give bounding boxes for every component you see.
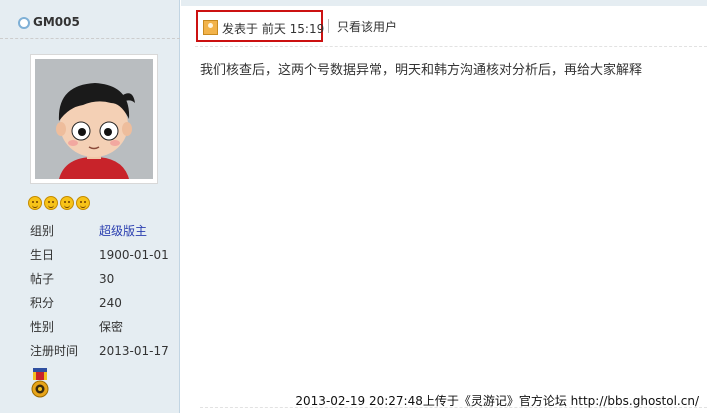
info-row-posts: 帖子 30 (30, 267, 180, 291)
username-link[interactable]: GM005 (33, 15, 80, 29)
username-row: GM005 (0, 8, 180, 39)
info-label: 积分 (30, 296, 55, 310)
user-info-list: 组别 超级版主 生日 1900-01-01 帖子 30 积分 240 性别 保密… (30, 219, 180, 363)
user-card-icon (203, 20, 218, 35)
online-status-icon (18, 17, 30, 29)
info-label: 生日 (30, 248, 55, 262)
info-label: 组别 (30, 224, 55, 238)
info-value: 1900-01-01 (99, 248, 169, 262)
info-value: 240 (99, 296, 122, 310)
avatar-image (35, 59, 153, 179)
rank-stars (28, 196, 92, 212)
smiley-star-icon (44, 196, 58, 210)
meta-divider-line (195, 46, 707, 47)
post-body: 我们核查后，这两个号数据异常，明天和韩方沟通核对分析后，再给大家解释 (200, 63, 643, 78)
info-label: 注册时间 (30, 344, 79, 358)
info-row-birthday: 生日 1900-01-01 (30, 243, 180, 267)
smiley-star-icon (76, 196, 90, 210)
info-value: 2013-01-17 (99, 344, 169, 358)
info-label: 帖子 (30, 272, 55, 286)
info-row-gender: 性别 保密 (30, 315, 180, 339)
smiley-star-icon (60, 196, 74, 210)
medal-icon[interactable] (30, 368, 50, 400)
info-row-points: 积分 240 (30, 291, 180, 315)
group-link[interactable]: 超级版主 (99, 219, 147, 243)
post-time-highlight: 发表于 前天 15:19 (196, 10, 325, 42)
smiley-star-icon (28, 196, 42, 210)
info-value: 保密 (99, 320, 124, 334)
avatar[interactable] (30, 54, 158, 184)
upload-watermark: 2013-02-19 20:27:48上传于《灵游记》官方论坛 http://b… (295, 394, 699, 408)
info-value: 30 (99, 272, 115, 286)
post-top-strip (181, 0, 707, 6)
info-row-registered: 注册时间 2013-01-17 (30, 339, 180, 363)
meta-divider (328, 19, 329, 33)
post-time: 发表于 前天 15:19 (222, 22, 325, 36)
info-label: 性别 (30, 320, 55, 334)
only-this-user-link[interactable]: 只看该用户 (337, 18, 397, 35)
info-row-group: 组别 超级版主 (30, 219, 180, 243)
user-sidebar: GM005 组别 超级版主 生日 1900-01-01 帖子 30 积分 240… (0, 0, 180, 413)
